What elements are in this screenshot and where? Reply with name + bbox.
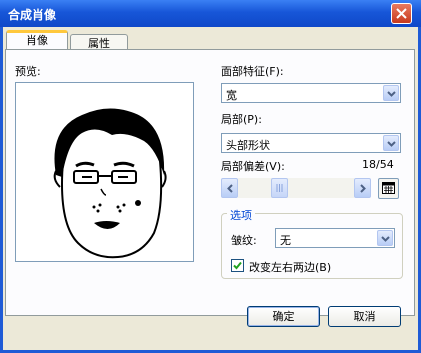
face-feature-value: 宽 — [226, 89, 237, 102]
close-icon — [396, 8, 407, 19]
offset-scrollbar[interactable] — [221, 178, 371, 198]
chevron-right-icon — [360, 184, 366, 193]
scroll-thumb[interactable] — [271, 178, 288, 198]
checkmark-icon — [233, 261, 242, 270]
scroll-left-button[interactable] — [221, 178, 238, 198]
chevron-down-icon — [387, 91, 396, 97]
part-value: 头部形状 — [226, 139, 270, 152]
ok-button[interactable]: 确定 — [247, 306, 320, 327]
part-select[interactable]: 头部形状 — [221, 133, 401, 153]
preview-box — [15, 82, 194, 262]
face-feature-select[interactable]: 宽 — [221, 83, 401, 103]
cancel-button[interactable]: 取消 — [328, 306, 401, 327]
face-feature-label: 面部特征(F): — [221, 65, 284, 78]
dropdown-button[interactable] — [377, 230, 393, 246]
scroll-track[interactable] — [238, 178, 354, 198]
scroll-right-button[interactable] — [354, 178, 371, 198]
face-illustration — [53, 108, 167, 259]
title-bar[interactable]: 合成肖像 — [0, 0, 421, 27]
calendar-icon — [382, 182, 395, 194]
dropdown-button[interactable] — [383, 135, 399, 151]
grip-icon — [276, 184, 283, 192]
offset-label: 局部偏差(V): — [221, 160, 285, 173]
chevron-down-icon — [387, 141, 396, 147]
options-group-title: 选项 — [227, 207, 255, 223]
part-label: 局部(P): — [221, 113, 262, 126]
mirror-checkbox[interactable] — [231, 259, 244, 272]
wrinkle-label: 皱纹: — [231, 234, 257, 247]
preview-label: 预览: — [15, 65, 41, 78]
close-button[interactable] — [391, 3, 412, 24]
dropdown-button[interactable] — [383, 85, 399, 101]
offset-readout: 18/54 — [362, 158, 394, 171]
wrinkle-select[interactable]: 无 — [275, 228, 395, 248]
calendar-button[interactable] — [378, 178, 399, 199]
mirror-label[interactable]: 改变左右两边(B) — [249, 259, 331, 275]
chevron-left-icon — [227, 184, 233, 193]
dialog-window: 合成肖像 肖像 属性 预览: 面部特征(F): 宽 局部(P): 头部形状 局部… — [0, 0, 421, 353]
wrinkle-value: 无 — [280, 234, 291, 247]
dialog-client-area: 肖像 属性 预览: 面部特征(F): 宽 局部(P): 头部形状 局部偏差(V)… — [3, 27, 418, 350]
chevron-down-icon — [381, 236, 390, 242]
window-title: 合成肖像 — [8, 8, 57, 22]
